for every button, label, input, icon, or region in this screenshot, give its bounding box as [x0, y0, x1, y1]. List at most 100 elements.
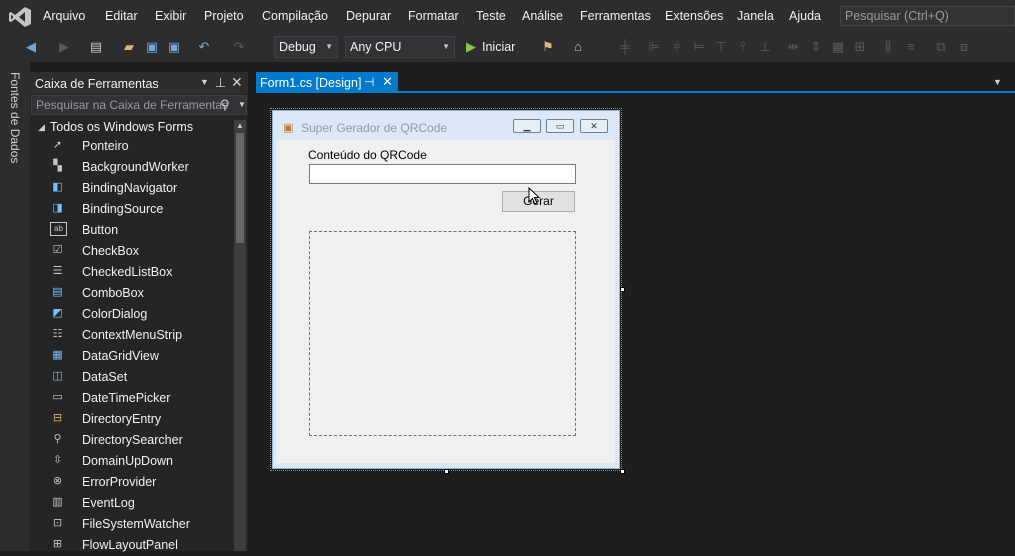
make-same-width-icon[interactable]: ⇹	[784, 38, 802, 56]
toolbox-item[interactable]: ⇳ DomainUpDown	[48, 451, 228, 472]
configuration-value: Debug	[279, 40, 316, 54]
toolbox-item[interactable]: ▦ DataGridView	[48, 346, 228, 367]
attach-process-icon[interactable]: ⚑	[539, 38, 557, 56]
align-middles-icon[interactable]: ⫯	[734, 38, 752, 56]
quick-launch-search-input[interactable]: Pesquisar (Ctrl+Q)	[840, 6, 1015, 26]
visual-studio-logo-icon[interactable]	[8, 6, 32, 28]
make-same-height-icon[interactable]: ⇕	[807, 38, 825, 56]
align-lefts-icon[interactable]: ⊫	[645, 38, 663, 56]
resize-handle-bottom-right[interactable]	[620, 469, 625, 474]
align-rights-icon[interactable]: ⊨	[690, 38, 708, 56]
toolbox-item[interactable]: ▭ DateTimePicker	[48, 388, 228, 409]
toolbox-item-label: BindingSource	[82, 202, 164, 216]
toolbox-item[interactable]: ⚲ DirectorySearcher	[48, 430, 228, 451]
bring-to-front-icon[interactable]: ⧉	[932, 38, 950, 56]
navigate-back-icon[interactable]: ◀	[22, 38, 40, 56]
save-all-icon[interactable]: ▣	[165, 38, 183, 56]
menu-ajuda[interactable]: Ajuda	[789, 9, 821, 23]
new-project-icon[interactable]: ▤	[87, 38, 105, 56]
checkbox-icon: ☑	[52, 244, 63, 256]
save-icon[interactable]: ▣	[143, 38, 161, 56]
align-grid-icon[interactable]: ╪	[616, 38, 634, 56]
toolbox-item-label: ContextMenuStrip	[82, 328, 183, 342]
menu-compilacao[interactable]: Compilação	[262, 9, 328, 23]
menu-ferramentas[interactable]: Ferramentas	[580, 9, 651, 23]
toolbox-item[interactable]: ⊗ ErrorProvider	[48, 472, 228, 493]
combobox-icon: ▤	[52, 286, 63, 298]
vertical-spacing-icon[interactable]: ≡	[902, 38, 920, 56]
toolbox-item[interactable]: ▚ BackgroundWorker	[48, 157, 228, 178]
undo-icon[interactable]: ↶	[195, 38, 213, 56]
toolbox-category-all-windows-forms[interactable]: Todos os Windows Forms	[50, 120, 193, 134]
toolbox-item[interactable]: ◫ DataSet	[48, 367, 228, 388]
toolbox-item[interactable]: ⊡ FileSystemWatcher	[48, 514, 228, 535]
chevron-down-icon[interactable]: ▼	[200, 77, 209, 87]
align-bottoms-icon[interactable]: ⊥	[756, 38, 774, 56]
toolbox-item[interactable]: ⊞ FlowLayoutPanel	[48, 535, 228, 556]
search-icon[interactable]: ⚲	[220, 97, 230, 113]
qrcode-content-input[interactable]	[309, 164, 576, 184]
data-sources-tab-label[interactable]: Fontes de Dados	[8, 72, 22, 163]
resize-handle-bottom[interactable]	[444, 469, 449, 474]
menu-arquivo[interactable]: Arquivo	[43, 9, 85, 23]
button-icon: ab	[50, 222, 67, 236]
menu-janela[interactable]: Janela	[737, 9, 774, 23]
menu-teste[interactable]: Teste	[476, 9, 506, 23]
chevron-down-icon: ▼	[325, 42, 333, 51]
maximize-button[interactable]: ▭	[546, 119, 574, 133]
pin-tab-icon[interactable]: ⊣	[364, 75, 374, 89]
navigate-forward-icon[interactable]: ▶	[55, 38, 73, 56]
menu-formatar[interactable]: Formatar	[408, 9, 459, 23]
horizontal-spacing-icon[interactable]: ⫼	[879, 38, 897, 56]
watcher-icon: ⊡	[52, 517, 63, 529]
toolbox-item[interactable]: ▤ ComboBox	[48, 283, 228, 304]
solution-configuration-dropdown[interactable]: Debug ▼	[274, 36, 338, 58]
send-to-back-icon[interactable]: ⧈	[955, 38, 973, 56]
align-tops-icon[interactable]: ⊤	[712, 38, 730, 56]
toolbox-item[interactable]: ☑ CheckBox	[48, 241, 228, 262]
align-centers-icon[interactable]: ⫩	[668, 38, 686, 56]
menu-projeto[interactable]: Projeto	[204, 9, 244, 23]
qrcode-picture-box[interactable]	[309, 231, 576, 436]
start-play-icon[interactable]: ▶	[462, 38, 480, 56]
expand-arrow-icon[interactable]: ◢	[38, 122, 45, 133]
menu-extensoes[interactable]: Extensões	[665, 9, 723, 23]
toolbox-item[interactable]: ☷ ContextMenuStrip	[48, 325, 228, 346]
toolbox-item[interactable]: ⊟ DirectoryEntry	[48, 409, 228, 430]
solution-platform-dropdown[interactable]: Any CPU ▼	[345, 36, 455, 58]
toolbox-item-label: ColorDialog	[82, 307, 148, 321]
open-file-icon[interactable]: ▰	[120, 38, 138, 56]
worker-icon: ▚	[53, 160, 62, 172]
start-button[interactable]: Iniciar	[482, 40, 515, 54]
designer-view-icon[interactable]: ⌂	[569, 38, 587, 56]
menu-exibir[interactable]: Exibir	[155, 9, 186, 23]
checked-list-icon: ☰	[52, 265, 63, 277]
toolbox-item[interactable]: ☰ CheckedListBox	[48, 262, 228, 283]
minimize-button[interactable]: ▁	[513, 119, 541, 133]
close-icon[interactable]: ✕	[231, 74, 243, 91]
menu-depurar[interactable]: Depurar	[346, 9, 391, 23]
menu-analise[interactable]: Análise	[522, 9, 563, 23]
chevron-down-icon[interactable]: ▼	[238, 100, 246, 109]
resize-handle-right[interactable]	[620, 287, 625, 292]
close-tab-icon[interactable]: ✕	[382, 74, 393, 90]
toolbox-item[interactable]: ▥ EventLog	[48, 493, 228, 514]
toolbox-item[interactable]: ab Button	[48, 220, 228, 241]
toolbox-item[interactable]: ◨ BindingSource	[48, 199, 228, 220]
mouse-cursor-icon	[528, 187, 540, 205]
scroll-up-icon[interactable]: ▲	[236, 121, 244, 130]
tab-overflow-chevron-down-icon[interactable]: ▼	[993, 77, 1002, 87]
grid-icon: ▦	[52, 349, 63, 361]
menu-editar[interactable]: Editar	[105, 9, 138, 23]
pin-icon[interactable]: ⊥	[215, 75, 226, 91]
toolbox-scroll-thumb[interactable]	[236, 133, 244, 243]
redo-icon[interactable]: ↷	[230, 38, 248, 56]
toolbox-item[interactable]: ◩ ColorDialog	[48, 304, 228, 325]
make-same-size-icon[interactable]: ▦	[829, 38, 847, 56]
toolbox-item-label: Ponteiro	[82, 139, 129, 153]
toolbox-item[interactable]: ◧ BindingNavigator	[48, 178, 228, 199]
toolbox-search-input[interactable]: Pesquisar na Caixa de Ferramentas	[31, 95, 247, 115]
size-to-grid-icon[interactable]: ⊞	[851, 38, 869, 56]
close-button[interactable]: ✕	[580, 119, 608, 133]
toolbox-item[interactable]: ➚ Ponteiro	[48, 136, 228, 157]
